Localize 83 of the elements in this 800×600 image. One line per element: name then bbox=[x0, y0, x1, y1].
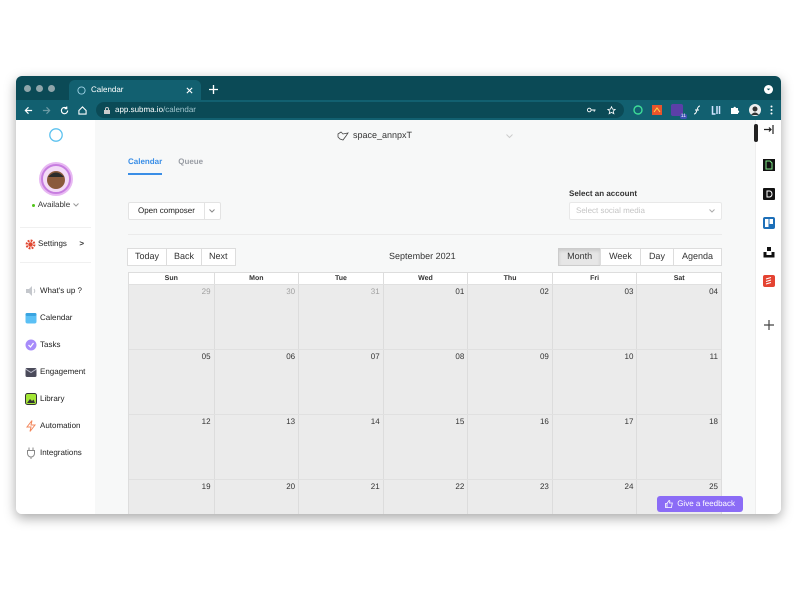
nav-item[interactable]: Tasks bbox=[25, 338, 95, 352]
day-number[interactable]: 20 bbox=[286, 481, 296, 491]
address-bar[interactable]: app.subma.io/calendar bbox=[96, 102, 624, 118]
nav-button[interactable]: Next bbox=[201, 248, 236, 266]
nav-button[interactable]: Today bbox=[127, 248, 168, 266]
day-number[interactable]: 10 bbox=[624, 351, 634, 361]
day-number[interactable]: 24 bbox=[624, 481, 634, 491]
day-number[interactable]: 12 bbox=[202, 416, 211, 426]
board-icon[interactable] bbox=[762, 217, 774, 229]
day-number[interactable]: 15 bbox=[455, 416, 464, 426]
circle-check-icon[interactable] bbox=[633, 105, 643, 115]
check-circle-icon bbox=[25, 339, 37, 351]
back-icon[interactable] bbox=[24, 106, 33, 114]
day-number[interactable]: 22 bbox=[455, 481, 464, 491]
composer-button[interactable]: Open composer bbox=[128, 202, 221, 220]
lightning-icon bbox=[25, 420, 37, 432]
reload-icon[interactable] bbox=[60, 106, 69, 114]
app-icon[interactable] bbox=[762, 188, 774, 200]
gear-icon bbox=[25, 238, 36, 250]
loading-icon bbox=[77, 86, 86, 94]
bracket-icon[interactable] bbox=[711, 105, 721, 115]
view-button[interactable]: Week bbox=[600, 248, 641, 266]
day-number[interactable]: 25 bbox=[709, 481, 718, 491]
inbox-icon bbox=[25, 366, 37, 378]
more-icon[interactable] bbox=[770, 105, 773, 115]
plug-icon bbox=[25, 447, 37, 459]
day-number[interactable]: 17 bbox=[624, 416, 634, 426]
file-icon[interactable] bbox=[762, 159, 774, 171]
puzzle-icon[interactable] bbox=[730, 105, 740, 115]
view-button[interactable]: Agenda bbox=[672, 248, 722, 266]
image-icon bbox=[25, 393, 37, 405]
day-number[interactable]: 18 bbox=[709, 416, 718, 426]
day-number[interactable]: 07 bbox=[370, 351, 380, 361]
avatar[interactable] bbox=[38, 162, 72, 196]
browser-tab[interactable]: Calendar bbox=[69, 80, 201, 100]
profile-menu-icon[interactable] bbox=[764, 85, 773, 94]
avatar-icon[interactable] bbox=[749, 104, 761, 116]
nav-item[interactable]: Library bbox=[25, 392, 95, 406]
day-number[interactable]: 16 bbox=[540, 416, 549, 426]
nav-button[interactable]: Back bbox=[166, 248, 202, 266]
settings-item[interactable]: Settings > bbox=[16, 232, 95, 256]
calendar-icon bbox=[25, 312, 37, 324]
day-number[interactable]: 02 bbox=[540, 286, 549, 296]
script-icon[interactable] bbox=[692, 105, 702, 115]
day-number[interactable]: 01 bbox=[455, 286, 464, 296]
day-number[interactable]: 11 bbox=[710, 351, 718, 361]
thumbs-up-icon bbox=[665, 500, 674, 508]
nav-item[interactable]: Calendar bbox=[25, 311, 95, 325]
new-tab-icon[interactable] bbox=[209, 85, 218, 94]
add-icon[interactable] bbox=[764, 320, 774, 330]
stack-icon[interactable] bbox=[762, 275, 774, 287]
chevron-down-icon[interactable] bbox=[209, 209, 216, 213]
extension-icon[interactable] bbox=[652, 105, 662, 115]
day-number[interactable]: 05 bbox=[202, 351, 211, 361]
day-number[interactable]: 21 bbox=[370, 481, 380, 491]
chevron-down-icon[interactable] bbox=[73, 203, 80, 207]
view-button[interactable]: Month bbox=[558, 248, 602, 266]
day-number[interactable]: 23 bbox=[540, 481, 549, 491]
day-number[interactable]: 06 bbox=[286, 351, 296, 361]
status-selector[interactable]: Available bbox=[16, 199, 95, 211]
star-icon[interactable] bbox=[607, 106, 616, 114]
day-number[interactable]: 03 bbox=[624, 286, 634, 296]
nav-item[interactable]: Engagement bbox=[25, 365, 95, 379]
speaker-icon bbox=[25, 285, 37, 297]
month-title: September 2021 bbox=[389, 250, 456, 264]
key-icon[interactable] bbox=[587, 107, 596, 113]
nav-item[interactable]: Automation bbox=[25, 419, 95, 433]
feedback-button[interactable]: Give a feedback bbox=[657, 496, 743, 512]
collapse-icon[interactable] bbox=[764, 125, 774, 134]
day-number[interactable]: 13 bbox=[286, 416, 296, 426]
nav-item[interactable]: Integrations bbox=[25, 446, 95, 460]
day-number[interactable]: 04 bbox=[709, 286, 718, 296]
day-number[interactable]: 09 bbox=[540, 351, 549, 361]
nav-item[interactable]: What's up ? bbox=[25, 284, 95, 298]
home-icon[interactable] bbox=[78, 106, 87, 114]
close-icon[interactable] bbox=[186, 86, 193, 94]
tray-icon[interactable] bbox=[762, 246, 774, 258]
view-button[interactable]: Day bbox=[640, 248, 674, 266]
day-number[interactable]: 08 bbox=[455, 351, 464, 361]
workspace-name[interactable]: space_annpxT bbox=[352, 129, 412, 143]
day-number[interactable]: 14 bbox=[370, 416, 380, 426]
day-number[interactable]: 19 bbox=[202, 481, 211, 491]
lock-icon bbox=[104, 106, 110, 114]
